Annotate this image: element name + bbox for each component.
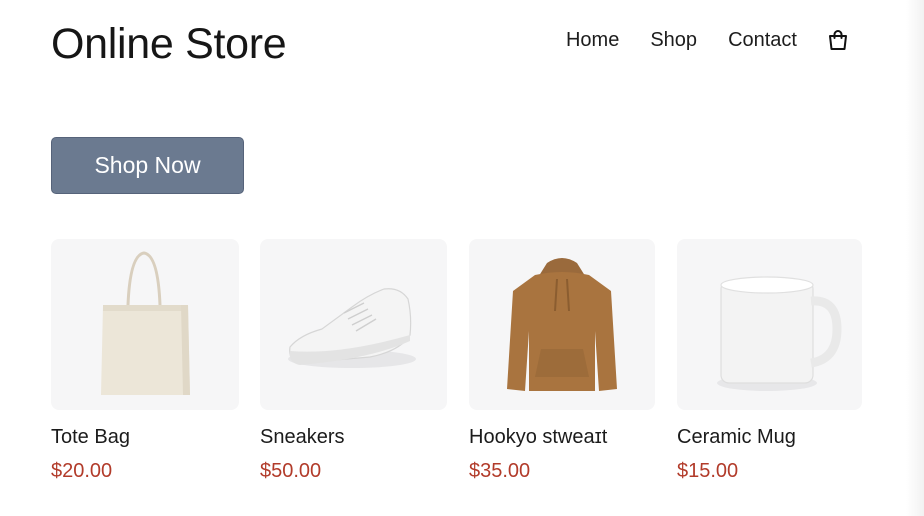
tote-bag-image[interactable] (51, 239, 239, 410)
hoodie-image[interactable] (469, 239, 655, 410)
product-price: $15.00 (677, 460, 739, 482)
product-card[interactable]: Hookyo stweaɪt $35.00 (469, 239, 655, 482)
product-grid: Tote Bag $20.00 Sneakers $50.00 Hookyo s… (51, 239, 862, 499)
product-card[interactable]: Sneakers $50.00 (260, 239, 447, 482)
product-card[interactable]: Ceramic Mug $15.00 (677, 239, 862, 482)
brand-title[interactable]: Online Store (51, 20, 287, 69)
page-edge-shadow (906, 0, 924, 516)
nav-link-shop[interactable]: Shop (650, 29, 697, 52)
shopping-bag-icon[interactable] (826, 28, 850, 52)
mug-image[interactable] (677, 239, 862, 410)
product-name[interactable]: Tote Bag (51, 426, 130, 449)
product-card[interactable]: Tote Bag $20.00 (51, 239, 239, 482)
sneakers-image[interactable] (260, 239, 447, 410)
site-header: Online Store Home Shop Contact (51, 18, 850, 70)
product-price: $50.00 (260, 460, 322, 482)
nav-link-home[interactable]: Home (566, 29, 619, 52)
product-name[interactable]: Sneakers (260, 426, 345, 449)
product-name[interactable]: Ceramic Mug (677, 426, 796, 449)
product-name[interactable]: Hookyo stweaɪt (469, 426, 607, 449)
product-price: $20.00 (51, 460, 113, 482)
product-price: $35.00 (469, 460, 531, 482)
shop-now-button[interactable]: Shop Now (51, 137, 244, 194)
main-nav: Home Shop Contact (566, 28, 850, 52)
nav-link-contact[interactable]: Contact (728, 29, 797, 52)
